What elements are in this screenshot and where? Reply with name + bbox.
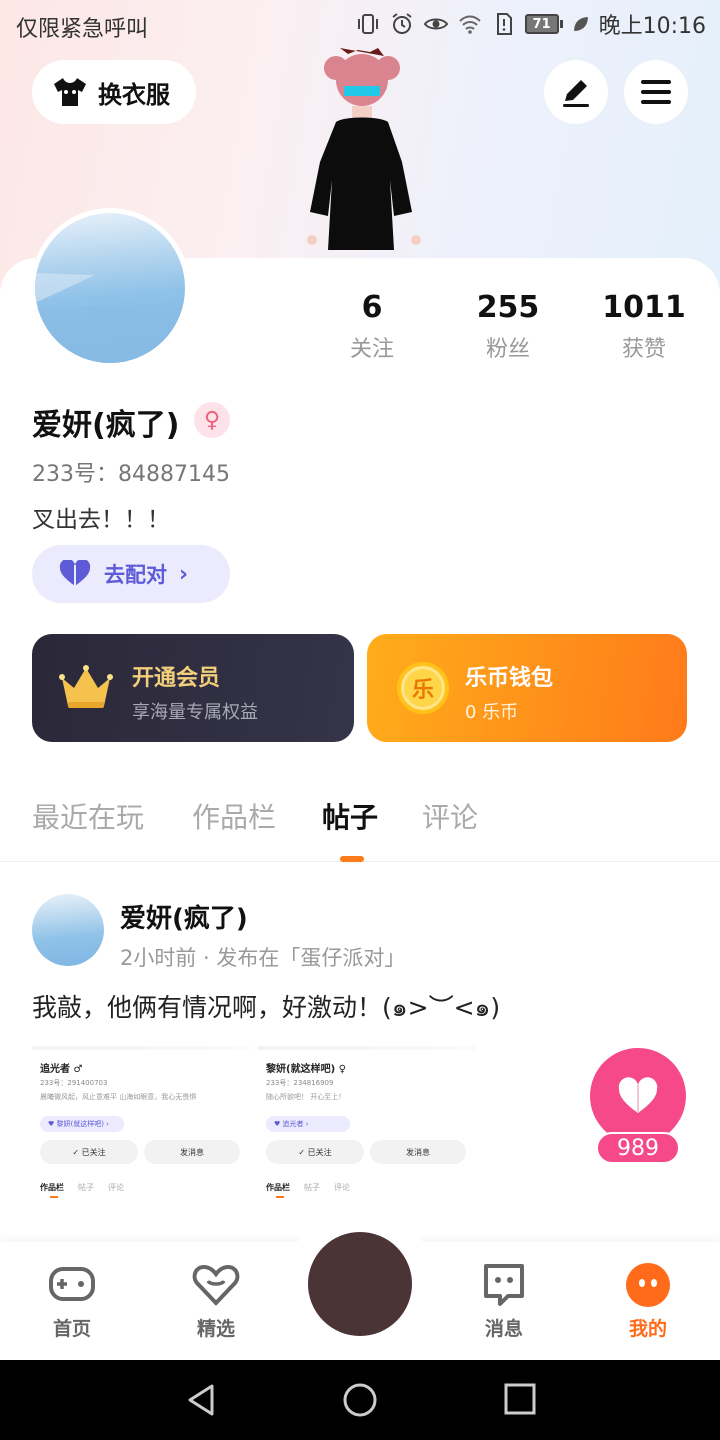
- post-text[interactable]: 我敲，他俩有情况啊，好激动！(๑>︶<๑): [32, 988, 500, 1028]
- wallet-balance: 0 乐币: [465, 702, 519, 723]
- carrier-text: 仅限紧急呼叫: [16, 17, 149, 42]
- thumb-tabs: 作品栏 帖子 评论: [266, 1183, 350, 1192]
- thumb-name: 黎妍(就这样吧) ♀: [266, 1064, 346, 1075]
- heart-chat-icon: [192, 1264, 240, 1306]
- vip-card[interactable]: 开通会员 享海量专属权益: [32, 634, 354, 742]
- nav-messages-label: 消息: [484, 1318, 523, 1340]
- thumb-message-button: 发消息: [370, 1140, 466, 1164]
- chevron-right-icon: ›: [179, 561, 189, 587]
- edit-profile-button[interactable]: [544, 60, 608, 124]
- vip-subtitle: 享海量专属权益: [132, 702, 258, 723]
- alarm-icon: [391, 13, 412, 34]
- followers-label: 粉丝: [485, 337, 530, 362]
- tab-works[interactable]: 作品栏: [192, 796, 276, 836]
- following-label: 关注: [349, 337, 394, 362]
- user-id: 233号：84887145: [32, 462, 230, 487]
- wallet-card[interactable]: 乐 乐币钱包 0 乐币: [367, 634, 687, 742]
- heart-icon: [618, 1077, 658, 1113]
- menu-button[interactable]: [624, 60, 688, 124]
- nav-me-label: 我的: [628, 1318, 667, 1340]
- post-author-avatar[interactable]: [32, 894, 104, 966]
- battery-icon: 71: [524, 14, 563, 34]
- match-button[interactable]: 去配对 ›: [32, 545, 230, 603]
- tab-comments[interactable]: 评论: [422, 796, 478, 836]
- avatar-figure[interactable]: [288, 44, 438, 260]
- hamburger-icon: [641, 80, 671, 104]
- bio: 叉出去！！！: [32, 507, 170, 533]
- nav-me[interactable]: 我的: [603, 1262, 693, 1341]
- change-outfit-button[interactable]: 换衣服: [32, 60, 196, 124]
- likes-count: 1011: [602, 290, 686, 325]
- thumb-id: 233号：234816909: [266, 1079, 334, 1087]
- post-meta: 2小时前 · 发布在「蛋仔派对」: [120, 946, 406, 970]
- center-create-button[interactable]: [304, 1228, 416, 1340]
- stat-likes[interactable]: 1011 获赞: [584, 290, 704, 363]
- coin-icon: 乐: [397, 662, 449, 714]
- like-button[interactable]: [590, 1048, 686, 1144]
- wallet-title: 乐币钱包: [465, 666, 554, 691]
- home-icon[interactable]: [342, 1382, 378, 1418]
- stat-followers[interactable]: 255 粉丝: [448, 290, 568, 363]
- vibrate-icon: [357, 14, 378, 34]
- change-outfit-label: 换衣服: [98, 80, 170, 109]
- post-author-name[interactable]: 爱妍(疯了): [120, 898, 248, 935]
- stat-following[interactable]: 6 关注: [312, 290, 432, 363]
- tab-posts[interactable]: 帖子: [322, 796, 378, 836]
- thumb-desc: 随心所欲吧！ 开心至上！: [266, 1093, 346, 1101]
- pen-icon: [563, 80, 589, 107]
- avatar[interactable]: [30, 208, 190, 368]
- active-tab-indicator: [340, 856, 364, 862]
- profile-face-icon: [626, 1263, 670, 1307]
- vip-title: 开通会员: [132, 666, 221, 691]
- leaf-icon: [573, 17, 588, 31]
- nav-featured-label: 精选: [196, 1318, 235, 1340]
- thumb-match-pill: ♥ 黎妍(就这样吧) ›: [40, 1116, 124, 1132]
- thumb-id: 233号：291400703: [40, 1079, 108, 1087]
- thumb-follow-button: ✓ 已关注: [40, 1140, 138, 1164]
- post-image[interactable]: 追光者 ♂ 233号：291400703 晨曦微风起，风止意难平 山海如眼意，我…: [32, 1046, 250, 1204]
- nav-home[interactable]: 首页: [27, 1262, 117, 1341]
- nav-messages[interactable]: 消息: [459, 1262, 549, 1341]
- system-nav-bar: [0, 1360, 720, 1440]
- like-count: 989: [596, 1132, 680, 1164]
- thumb-match-pill: ♥ 追光者 ›: [266, 1116, 350, 1132]
- following-count: 6: [361, 290, 383, 325]
- female-icon: ♀: [194, 402, 230, 438]
- gamepad-icon: [49, 1267, 95, 1301]
- likes-label: 获赞: [621, 337, 666, 362]
- nav-home-label: 首页: [52, 1318, 91, 1340]
- thumb-name: 追光者 ♂: [40, 1064, 83, 1075]
- thumb-message-button: 发消息: [144, 1140, 240, 1164]
- tshirt-icon: [54, 78, 86, 106]
- eye-icon: [423, 18, 448, 30]
- crown-icon: [59, 665, 113, 708]
- clock: 晚上10:16: [598, 14, 706, 39]
- thumb-tabs: 作品栏 帖子 评论: [40, 1183, 124, 1192]
- tab-recent-played[interactable]: 最近在玩: [32, 796, 144, 836]
- profile-tabs: 最近在玩 作品栏 帖子 评论: [0, 796, 720, 862]
- wifi-icon: [458, 15, 481, 34]
- post-image[interactable]: 黎妍(就这样吧) ♀ 233号：234816909 随心所欲吧！ 开心至上！ ♥…: [258, 1046, 476, 1204]
- followers-count: 255: [476, 290, 540, 325]
- heart-icon: [59, 560, 91, 586]
- username: 爱妍(疯了): [32, 408, 180, 443]
- match-label: 去配对: [104, 563, 167, 587]
- message-face-icon: [484, 1264, 524, 1306]
- back-icon[interactable]: [184, 1382, 218, 1418]
- status-bar: 仅限紧急呼叫 71 晚上10:16: [0, 0, 720, 50]
- sim-alert-icon: [496, 13, 512, 35]
- recents-icon[interactable]: [503, 1382, 537, 1416]
- nav-featured[interactable]: 精选: [171, 1262, 261, 1341]
- thumb-follow-button: ✓ 已关注: [266, 1140, 364, 1164]
- thumb-desc: 晨曦微风起，风止意难平 山海如眼意，我心无畏惧: [40, 1093, 197, 1101]
